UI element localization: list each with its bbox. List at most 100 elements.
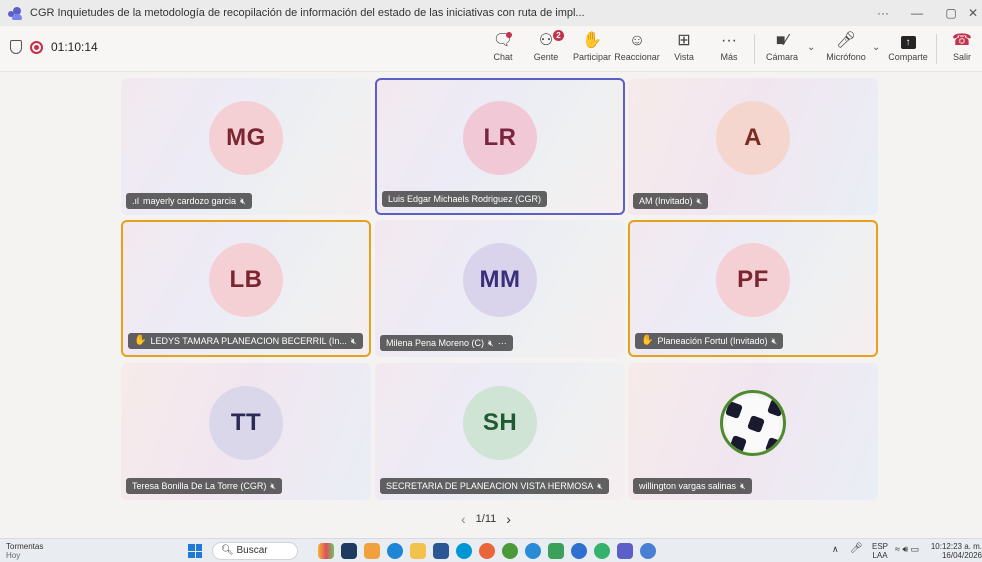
app-icon[interactable] <box>571 543 587 559</box>
task-view-icon[interactable] <box>341 543 357 559</box>
participant-name-tag: Teresa Bonilla De La Torre (CGR) 🔇︎ <box>126 478 283 494</box>
next-page-button[interactable]: › <box>506 511 511 527</box>
app-icon[interactable] <box>548 543 564 559</box>
chrome-icon[interactable] <box>502 543 518 559</box>
mic-tray-icon[interactable]: 🎤︎ <box>850 544 863 554</box>
participant-avatar: MG <box>209 100 283 175</box>
participant-tile[interactable]: willington vargas salinas 🔇︎ <box>628 363 878 500</box>
participant-avatar: LR <box>463 100 537 175</box>
store-icon[interactable] <box>433 543 449 559</box>
toolbar-divider <box>754 34 755 64</box>
leave-button[interactable]: ☎ Salir <box>948 30 976 62</box>
taskbar-search-input[interactable]: 🔍︎ Buscar <box>212 542 298 560</box>
clock[interactable]: 10:12:23 a. m. 16/04/2026 <box>930 542 982 560</box>
participant-name-tag: Luis Edgar Michaels Rodriguez (CGR) <box>382 191 548 207</box>
more-options-button[interactable]: ··· <box>866 6 900 20</box>
shield-icon <box>10 40 22 54</box>
mic-off-icon: 🔇︎ <box>350 336 357 346</box>
soccer-ball-avatar <box>720 389 786 456</box>
more-icon: ··· <box>721 32 737 49</box>
search-icon: 🔍︎ <box>221 545 234 556</box>
participant-tile[interactable]: TT Teresa Bonilla De La Torre (CGR) 🔇︎ <box>121 363 371 500</box>
participant-tile[interactable]: A AM (Invitado) 🔇︎ <box>628 78 878 215</box>
hangup-icon: ☎ <box>952 32 972 49</box>
app-icon[interactable] <box>525 543 541 559</box>
prev-page-button[interactable]: ‹ <box>461 511 466 527</box>
people-badge: 2 <box>553 30 564 41</box>
microphone-button[interactable]: 🎤︎ Micrófono <box>822 30 870 62</box>
mic-off-icon: 🔇︎ <box>240 196 246 206</box>
camera-options-chevron-icon[interactable]: ⌄ <box>807 42 815 53</box>
participant-tile-speaking[interactable]: LR Luis Edgar Michaels Rodriguez (CGR) <box>375 78 625 215</box>
windows-taskbar: Tormentas Hoy 🔍︎ Buscar ∧ 🎤︎ ESP LAA ≈ 🔊… <box>0 538 982 562</box>
mic-off-icon: 🔇︎ <box>488 338 494 348</box>
signal-icon: .ıl <box>132 196 140 206</box>
page-indicator: 1/11 <box>475 513 497 525</box>
recording-icon <box>30 40 43 54</box>
tray-overflow-chevron-icon[interactable]: ∧ <box>832 545 839 554</box>
app-icon[interactable] <box>364 543 380 559</box>
app-icon[interactable] <box>640 543 656 559</box>
participant-name-tag: AM (Invitado) 🔇︎ <box>633 193 709 209</box>
people-button[interactable]: ⚇ 2 Gente <box>530 30 564 62</box>
widgets-app-icon[interactable] <box>318 543 334 559</box>
camera-button[interactable]: ■∕ Cámara <box>764 30 800 62</box>
raise-hand-button[interactable]: ✋ Participar <box>570 30 614 62</box>
mic-off-icon: 🔇︎ <box>696 196 703 206</box>
participant-avatar: MM <box>463 242 537 317</box>
edge-browser-icon[interactable] <box>387 543 403 559</box>
participant-name-tag: .ıl mayerly cardozo garcia 🔇︎ <box>126 193 252 209</box>
teams-icon[interactable] <box>617 543 633 559</box>
close-button[interactable]: ✕ <box>968 6 982 20</box>
meeting-timer: 01:10:14 <box>51 40 98 54</box>
whatsapp-icon[interactable] <box>594 543 610 559</box>
participant-name-tag: willington vargas salinas 🔇︎ <box>633 478 752 494</box>
participant-name-tag: ✋ LEDYS TAMARA PLANEACION BECERRIL (In..… <box>128 333 363 349</box>
mic-off-icon: 🔇︎ <box>771 336 778 346</box>
firefox-icon[interactable] <box>479 543 495 559</box>
more-button[interactable]: ··· Más <box>716 30 742 62</box>
share-icon: ↑ <box>886 30 930 52</box>
share-button[interactable]: ↑ Comparte <box>886 30 930 62</box>
hp-app-icon[interactable] <box>456 543 472 559</box>
view-grid-icon: ⊞ <box>677 32 691 49</box>
maximize-button[interactable]: ▢ <box>934 6 968 20</box>
participant-name-tag: Milena Pena Moreno (C) 🔇︎ ··· <box>380 335 513 351</box>
chat-icon: 🗨 <box>492 32 514 49</box>
weather-widget[interactable]: Tormentas Hoy <box>6 542 43 560</box>
chat-button[interactable]: 🗨 Chat <box>488 30 518 62</box>
participant-tile-hand-raised[interactable]: PF ✋ Planeación Fortul (Invitado) 🔇︎ <box>628 220 878 357</box>
mic-options-chevron-icon[interactable]: ⌄ <box>872 42 880 53</box>
participant-tile[interactable]: MG .ıl mayerly cardozo garcia 🔇︎ <box>121 78 371 215</box>
network-volume-battery-icon[interactable]: ≈ 🔊︎ ▭ <box>895 545 919 554</box>
windows-start-icon[interactable] <box>188 544 202 558</box>
view-button[interactable]: ⊞ Vista <box>670 30 698 62</box>
participant-tile[interactable]: SH SECRETARIA DE PLANEACION VISTA HERMOS… <box>375 363 625 500</box>
language-indicator[interactable]: ESP LAA <box>872 542 888 560</box>
participant-avatar: PF <box>716 242 790 317</box>
participant-avatar: A <box>716 100 790 175</box>
title-bar: CGR Inquietudes de la metodología de rec… <box>0 0 982 26</box>
minimize-button[interactable]: — <box>900 6 934 20</box>
teams-icon <box>8 6 24 20</box>
participant-name-tag: SECRETARIA DE PLANEACION VISTA HERMOSA 🔇… <box>380 478 609 494</box>
gallery-pager: ‹ 1/11 › <box>461 511 511 527</box>
participant-avatar: TT <box>209 385 283 460</box>
participant-avatar: SH <box>463 385 537 460</box>
react-button[interactable]: ☺ Reaccionar <box>614 30 660 62</box>
raised-hand-icon: ✋ <box>134 335 147 346</box>
meeting-toolbar: 01:10:14 🗨 Chat ⚇ 2 Gente ✋ Participar ☺ … <box>0 26 982 72</box>
participant-name-tag: ✋ Planeación Fortul (Invitado) 🔇︎ <box>635 333 784 349</box>
toolbar-divider <box>936 34 937 64</box>
participant-tile-hand-raised[interactable]: LB ✋ LEDYS TAMARA PLANEACION BECERRIL (I… <box>121 220 371 357</box>
mic-off-icon: 🔇︎ <box>740 481 746 491</box>
raised-hand-icon: ✋ <box>641 335 654 346</box>
raise-hand-icon: ✋ <box>582 32 602 49</box>
participant-avatar: LB <box>209 242 283 317</box>
participant-more-icon[interactable]: ··· <box>498 335 507 351</box>
emoji-icon: ☺ <box>628 32 646 49</box>
file-explorer-icon[interactable] <box>410 543 426 559</box>
participant-tile[interactable]: MM Milena Pena Moreno (C) 🔇︎ ··· <box>375 220 625 357</box>
people-icon: ⚇ 2 <box>530 30 564 52</box>
mic-off-icon: 🎤︎ <box>835 32 857 49</box>
